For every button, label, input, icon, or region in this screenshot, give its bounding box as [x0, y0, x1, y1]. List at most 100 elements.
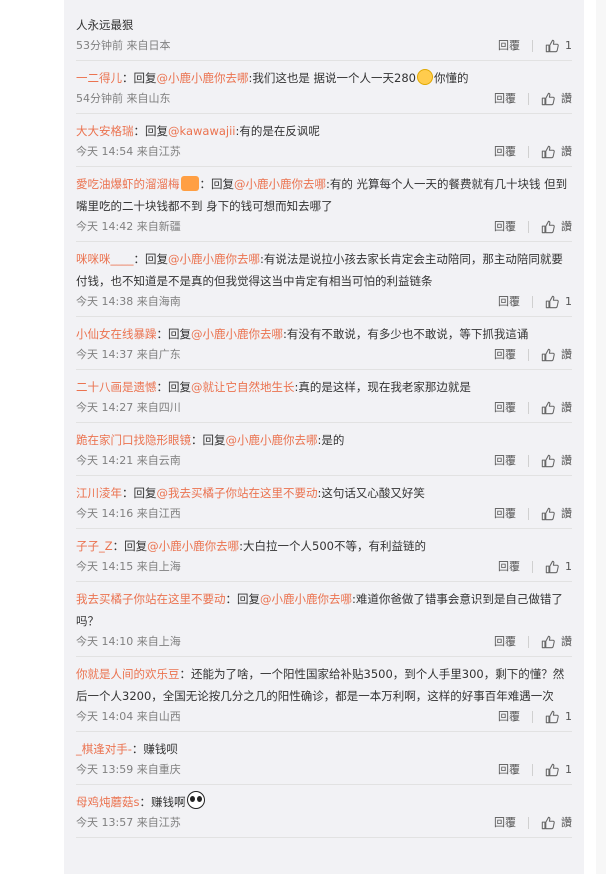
reply-button[interactable]: 回覆 — [494, 217, 516, 237]
panda-emoji-icon — [186, 791, 205, 809]
comment-username[interactable]: 你就是人间的欢乐豆 — [76, 667, 180, 681]
reply-button[interactable]: 回覆 — [498, 36, 520, 56]
comment-body: ：回复 — [156, 327, 192, 341]
reply-button[interactable]: 回覆 — [498, 557, 520, 577]
mention-link[interactable]: @就让它自然地生长 — [191, 380, 295, 394]
like-count: 1 — [565, 39, 572, 52]
divider — [528, 402, 529, 414]
comment-actions: 回覆 讚 — [494, 345, 572, 365]
thumbs-up-icon — [541, 348, 555, 362]
comment-actions: 回覆 讚 — [494, 142, 572, 162]
comment-timestamp: 今天 13:59 来自重庆 — [76, 763, 181, 776]
mention-link[interactable]: @小鹿小鹿你去哪 — [168, 252, 260, 266]
comment-username[interactable]: 二十八画是遗憾 — [76, 380, 157, 394]
comment-text: 咪咪咪____：回复@小鹿小鹿你去哪:有说法是说拉小孩去家长肯定会主动陪同，那主… — [76, 248, 572, 292]
like-count: 讚 — [561, 507, 572, 520]
reply-button[interactable]: 回覆 — [494, 451, 516, 471]
comment-username[interactable]: 母鸡炖蘑菇s — [76, 795, 140, 809]
reply-button[interactable]: 回覆 — [498, 760, 520, 780]
divider — [532, 296, 533, 308]
like-button[interactable]: 1 — [545, 36, 572, 56]
thumbs-up-icon — [545, 710, 559, 724]
mention-link[interactable]: @小鹿小鹿你去哪 — [157, 71, 249, 85]
reply-button[interactable]: 回覆 — [494, 504, 516, 524]
mention-link[interactable]: @小鹿小鹿你去哪 — [147, 539, 239, 553]
thumbs-up-icon — [541, 92, 555, 106]
comment-actions: 回覆 1 — [498, 36, 572, 56]
comment-item: 愛吃油爆虾的溜溜梅 ：回复@小鹿小鹿你去哪:有的 光算每个人一天的餐费就有几十块钱… — [76, 167, 572, 242]
comment-body: :这句话又心酸又好笑 — [317, 486, 425, 500]
comment-actions: 回覆 讚 — [494, 504, 572, 524]
comment-timestamp: 今天 14:10 来自上海 — [76, 635, 181, 648]
mention-link[interactable]: @我去买橘子你站在这里不要动 — [157, 486, 318, 500]
comment-timestamp: 今天 14:54 来自江苏 — [76, 145, 181, 158]
comment-meta: 今天 14:42 来自新疆 回覆 讚 — [76, 217, 572, 237]
comment-meta: 今天 14:04 来自山西 回覆 1 — [76, 707, 572, 727]
thumbs-up-icon — [541, 401, 555, 415]
like-count: 1 — [565, 763, 572, 776]
comment-actions: 回覆 讚 — [494, 451, 572, 471]
comment-meta: 今天 14:15 来自上海 回覆 1 — [76, 557, 572, 577]
comment-body: ：回复 — [112, 539, 148, 553]
mention-link[interactable]: @小鹿小鹿你去哪 — [226, 433, 318, 447]
comment-username[interactable]: 跪在家门口找隐形眼镜 — [76, 433, 191, 447]
like-button[interactable]: 讚 — [541, 345, 572, 365]
comment-username[interactable]: 江川淩年 — [76, 486, 122, 500]
mention-link[interactable]: @kawawajii — [168, 124, 236, 138]
like-button[interactable]: 1 — [545, 557, 572, 577]
reply-button[interactable]: 回覆 — [494, 89, 516, 109]
comment-text: 小仙女在线暴躁：回复@小鹿小鹿你去哪:有没有不敢说，有多少也不敢说，等下抓我這诵 — [76, 323, 572, 345]
like-button[interactable]: 1 — [545, 292, 572, 312]
like-button[interactable]: 讚 — [541, 504, 572, 524]
comment-body: 人永远最狠 — [76, 18, 134, 32]
like-button[interactable]: 讚 — [541, 89, 572, 109]
comment-username[interactable]: 大大安格瑞 — [76, 124, 134, 138]
mention-link[interactable]: @小鹿小鹿你去哪 — [234, 177, 326, 191]
comment-meta: 今天 14:54 来自江苏 回覆 讚 — [76, 142, 572, 162]
like-button[interactable]: 1 — [545, 760, 572, 780]
comment-username[interactable]: 子子_Z — [76, 539, 113, 553]
comment-username[interactable]: 一二得儿 — [76, 71, 122, 85]
comment-username[interactable]: 小仙女在线暴躁 — [76, 327, 157, 341]
mention-link[interactable]: @小鹿小鹿你去哪 — [260, 592, 352, 606]
comment-username[interactable]: 咪咪咪____ — [76, 252, 134, 266]
like-button[interactable]: 讚 — [541, 398, 572, 418]
comment-item: _棋逢对手-：赚钱呗今天 13:59 来自重庆 回覆 1 — [76, 732, 572, 785]
comment-meta: 今天 14:10 来自上海 回覆 讚 — [76, 632, 572, 652]
thumbs-up-icon — [545, 560, 559, 574]
comment-username[interactable]: 我去买橘子你站在这里不要动 — [76, 592, 226, 606]
like-button[interactable]: 讚 — [541, 217, 572, 237]
comment-text: 子子_Z：回复@小鹿小鹿你去哪:大白拉一个人500不等，有利益链的 — [76, 535, 572, 557]
like-button[interactable]: 讚 — [541, 632, 572, 652]
comment-timestamp: 今天 14:15 来自上海 — [76, 560, 181, 573]
reply-button[interactable]: 回覆 — [494, 345, 516, 365]
comment-body: ：回复 — [133, 124, 169, 138]
comment-text: _棋逢对手-：赚钱呗 — [76, 738, 572, 760]
comment-username[interactable]: 愛吃油爆虾的溜溜梅 — [76, 177, 180, 191]
comment-meta: 今天 14:27 来自四川 回覆 讚 — [76, 398, 572, 418]
comment-actions: 回覆 1 — [498, 760, 572, 780]
scrollbar[interactable] — [596, 0, 606, 874]
comment-meta: 今天 14:38 来自海南 回覆 1 — [76, 292, 572, 312]
reply-button[interactable]: 回覆 — [498, 292, 520, 312]
comment-body: ：赚钱呗 — [131, 742, 178, 756]
comment-body: ：回复 — [122, 486, 157, 500]
reply-button[interactable]: 回覆 — [494, 398, 516, 418]
comment-timestamp: 今天 14:42 来自新疆 — [76, 220, 181, 233]
comment-body: ：回复 — [191, 433, 226, 447]
reply-button[interactable]: 回覆 — [494, 142, 516, 162]
comment-username[interactable]: _棋逢对手- — [76, 742, 132, 756]
like-button[interactable]: 讚 — [541, 813, 572, 833]
like-button[interactable]: 1 — [545, 707, 572, 727]
reply-button[interactable]: 回覆 — [494, 632, 516, 652]
reply-button[interactable]: 回覆 — [498, 707, 520, 727]
like-button[interactable]: 讚 — [541, 142, 572, 162]
like-count: 讚 — [561, 454, 572, 467]
comment-timestamp: 今天 13:57 来自江苏 — [76, 816, 181, 829]
like-count: 讚 — [561, 401, 572, 414]
divider — [528, 455, 529, 467]
mention-link[interactable]: @小鹿小鹿你去哪 — [191, 327, 283, 341]
like-button[interactable]: 讚 — [541, 451, 572, 471]
comment-text: 母鸡炖蘑菇s：赚钱啊 — [76, 791, 572, 813]
reply-button[interactable]: 回覆 — [494, 813, 516, 833]
